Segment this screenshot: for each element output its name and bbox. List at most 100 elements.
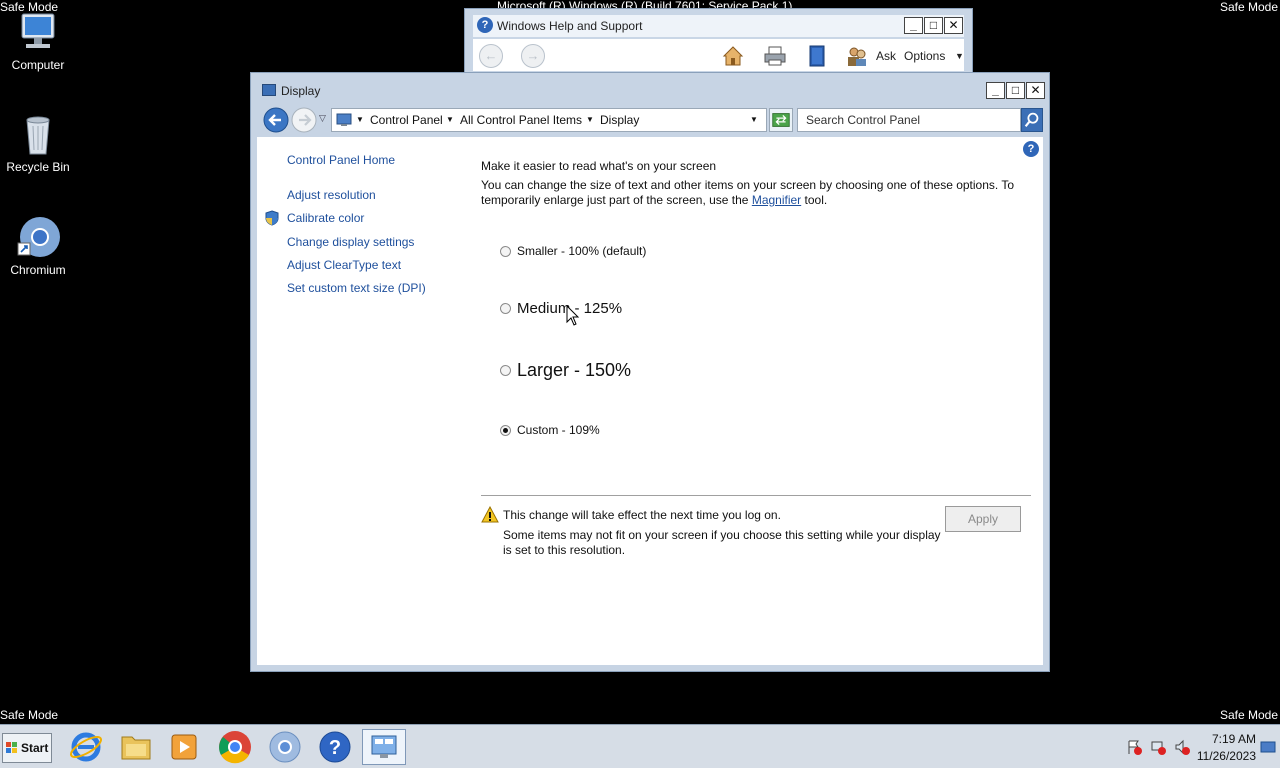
- chromium-icon[interactable]: [263, 729, 307, 765]
- browse-help-icon[interactable]: [805, 44, 829, 68]
- forward-icon[interactable]: →: [521, 44, 545, 68]
- apply-button[interactable]: Apply: [945, 506, 1021, 532]
- search-icon[interactable]: [1021, 108, 1043, 132]
- option-label: Custom - 109%: [517, 423, 600, 437]
- svg-text:?: ?: [329, 737, 341, 759]
- print-icon[interactable]: [763, 44, 787, 68]
- address-bar[interactable]: ▼ Control Panel ▼ All Control Panel Item…: [331, 108, 767, 132]
- breadcrumb-display[interactable]: Display: [600, 113, 639, 127]
- maximize-button[interactable]: □: [924, 17, 943, 34]
- address-dropdown-icon[interactable]: ▼: [750, 115, 758, 124]
- windows-logo-icon: [6, 742, 17, 753]
- close-button[interactable]: ✕: [1026, 82, 1045, 99]
- chromium-icon: [17, 217, 60, 257]
- display-window-icon: [262, 84, 276, 96]
- search-input[interactable]: Search Control Panel: [797, 108, 1021, 132]
- show-desktop-icon[interactable]: [1260, 739, 1276, 755]
- help-icon[interactable]: ?: [313, 729, 357, 765]
- mouse-cursor-icon: [566, 305, 580, 326]
- desktop-icon-chromium[interactable]: Chromium: [0, 215, 76, 277]
- option-smaller[interactable]: Smaller - 100% (default): [500, 244, 646, 258]
- volume-muted-icon[interactable]: [1174, 739, 1190, 755]
- minimize-button[interactable]: _: [986, 82, 1005, 99]
- option-custom[interactable]: Custom - 109%: [500, 423, 600, 437]
- radio-button[interactable]: [500, 245, 511, 257]
- chevron-down-icon[interactable]: ▼: [586, 115, 594, 124]
- display-control-panel-window: Display _ □ ✕ ▽ ▼ Control Panel ▼ All Co…: [250, 72, 1050, 672]
- desktop-icon-label: Recycle Bin: [6, 160, 70, 174]
- back-icon[interactable]: ←: [479, 44, 503, 68]
- safe-mode-label-bottom-right: Safe Mode: [1219, 708, 1278, 722]
- desktop-icon-label: Chromium: [10, 263, 66, 277]
- chevron-down-icon[interactable]: ▼: [356, 115, 364, 124]
- sidebar-link-adjust-cleartype[interactable]: Adjust ClearType text: [287, 258, 401, 272]
- safe-mode-label-top-right: Safe Mode: [1219, 0, 1278, 14]
- help-toolbar: ← → Ask Options ▼: [473, 39, 964, 71]
- safe-mode-label-bottom-left: Safe Mode: [0, 708, 59, 722]
- breadcrumb-all-items[interactable]: All Control Panel Items: [460, 113, 582, 127]
- sidebar-link-change-display-settings[interactable]: Change display settings: [287, 235, 414, 249]
- radio-button-selected[interactable]: [500, 424, 511, 436]
- sidebar-link-calibrate-color[interactable]: Calibrate color: [287, 211, 364, 225]
- chrome-icon[interactable]: [213, 729, 257, 765]
- desktop-icon-recycle-bin[interactable]: Recycle Bin: [0, 112, 76, 174]
- warning-icon: [481, 506, 499, 523]
- help-window-title-bar[interactable]: ? Windows Help and Support _ □ ✕: [473, 15, 964, 37]
- ask-button[interactable]: Ask: [876, 49, 896, 63]
- option-label: Larger - 150%: [517, 360, 632, 380]
- breadcrumb-control-panel[interactable]: Control Panel: [370, 113, 443, 127]
- clock-time[interactable]: 7:19 AM: [1196, 732, 1256, 746]
- start-button[interactable]: Start: [2, 733, 52, 763]
- close-button[interactable]: ✕: [944, 17, 963, 34]
- start-label: Start: [21, 741, 49, 755]
- ask-people-icon[interactable]: [845, 44, 869, 68]
- explorer-folder-icon[interactable]: [114, 729, 158, 765]
- help-icon[interactable]: ?: [1023, 141, 1039, 157]
- magnifier-link[interactable]: Magnifier: [752, 193, 801, 207]
- network-icon[interactable]: [1150, 739, 1166, 755]
- address-row: ▽ ▼ Control Panel ▼ All Control Panel It…: [257, 105, 1043, 135]
- display-window-title-bar[interactable]: Display _ □ ✕: [257, 80, 1045, 102]
- sidebar-link-control-panel-home[interactable]: Control Panel Home: [287, 153, 395, 167]
- action-center-flag-icon[interactable]: [1126, 739, 1142, 755]
- taskbar: Start ? 7:19 AM 11/26/2023: [0, 724, 1280, 768]
- desktop-icon-computer[interactable]: Computer: [0, 10, 76, 72]
- description-text: You can change the size of text and othe…: [481, 178, 1015, 207]
- display-control-panel-icon: [371, 735, 397, 758]
- sidebar-link-custom-text-size[interactable]: Set custom text size (DPI): [287, 281, 426, 295]
- display-control-panel-task[interactable]: [362, 729, 406, 765]
- control-panel-icon: [336, 113, 352, 126]
- clock-date[interactable]: 11/26/2023: [1192, 749, 1256, 763]
- home-icon[interactable]: [721, 44, 745, 68]
- description-text-end: tool.: [804, 193, 828, 207]
- help-window-icon: ?: [477, 17, 493, 33]
- help-window-title: Windows Help and Support: [497, 19, 643, 33]
- maximize-button[interactable]: □: [1006, 82, 1025, 99]
- recent-pages-chevron-icon[interactable]: ▽: [319, 113, 326, 124]
- help-and-support-window: ? Windows Help and Support _ □ ✕ ← → Ask…: [464, 8, 973, 74]
- recycle-bin-icon: [26, 116, 50, 155]
- radio-button[interactable]: [500, 365, 511, 376]
- warning-title: This change will take effect the next ti…: [503, 508, 781, 522]
- warning-detail: Some items may not fit on your screen if…: [503, 528, 941, 557]
- option-medium[interactable]: Medium - 125%: [500, 300, 622, 317]
- sidebar-link-adjust-resolution[interactable]: Adjust resolution: [287, 188, 376, 202]
- forward-icon[interactable]: [291, 107, 317, 133]
- display-window-title: Display: [281, 84, 321, 98]
- radio-button[interactable]: [500, 303, 511, 314]
- chevron-down-icon[interactable]: ▼: [955, 51, 964, 61]
- internet-explorer-icon[interactable]: [64, 729, 108, 765]
- media-player-icon[interactable]: [162, 729, 206, 765]
- option-larger[interactable]: Larger - 150%: [500, 360, 631, 381]
- page-description: You can change the size of text and othe…: [481, 178, 1025, 208]
- desktop-icon-label: Computer: [11, 58, 65, 72]
- option-label: Smaller - 100% (default): [517, 244, 647, 258]
- computer-icon: [21, 13, 55, 48]
- back-icon[interactable]: [263, 107, 289, 133]
- section-divider: [481, 495, 1031, 496]
- uac-shield-icon: [265, 210, 279, 226]
- chevron-down-icon[interactable]: ▼: [446, 115, 454, 124]
- minimize-button[interactable]: _: [904, 17, 923, 34]
- options-menu[interactable]: Options: [904, 49, 945, 63]
- refresh-icon[interactable]: [769, 108, 793, 132]
